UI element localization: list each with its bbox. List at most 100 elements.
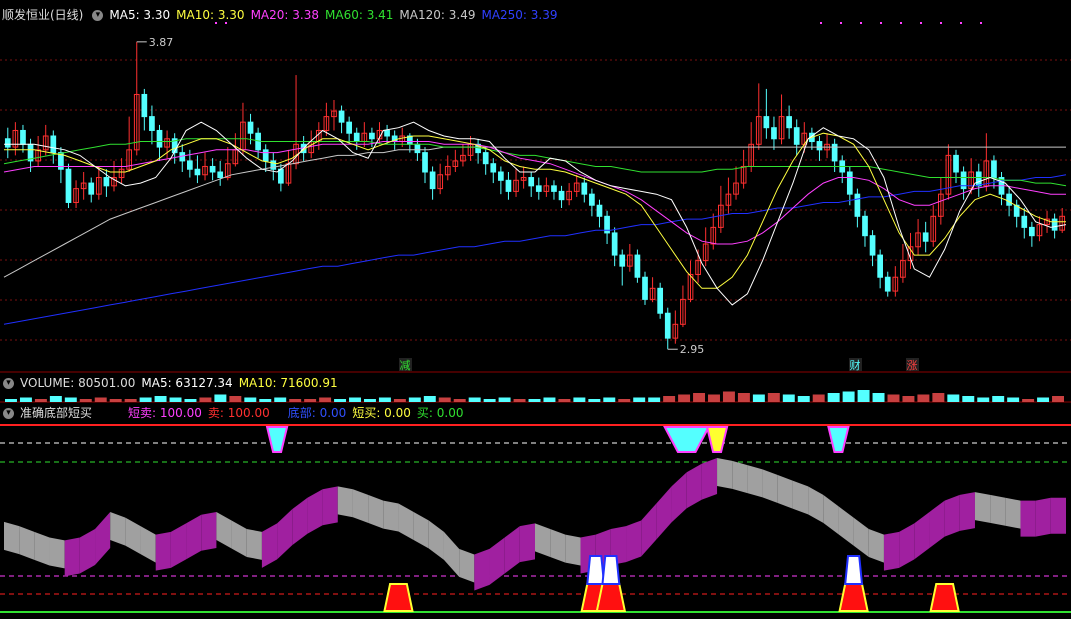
volume-bar	[229, 396, 242, 402]
indicator-band-falling	[459, 548, 475, 583]
indicator-band-rising	[626, 520, 642, 563]
volume-bar	[857, 390, 870, 402]
volume-bar	[588, 399, 601, 402]
indicator-band-falling	[974, 492, 991, 523]
volume-bar	[722, 391, 735, 402]
candle-body	[922, 232, 929, 242]
volume-ma5-label: MA5: 63127.34	[141, 376, 233, 390]
indicator-dropdown-icon[interactable]: ▾	[3, 408, 14, 419]
volume-bar	[782, 394, 795, 402]
indicator-band-falling	[19, 526, 35, 560]
candle-body	[596, 204, 603, 217]
volume-bar	[812, 394, 825, 402]
candle-body	[20, 129, 26, 145]
volume-bar	[1037, 397, 1050, 402]
volume-bar	[708, 394, 720, 402]
volume-bar	[378, 397, 391, 402]
indicator-band-falling	[352, 489, 369, 523]
candle-body	[422, 152, 428, 173]
bottom-signal	[586, 555, 606, 585]
candle-body	[611, 232, 618, 256]
candle-body	[490, 163, 497, 173]
volume-bar	[528, 399, 541, 402]
ma60-label: MA60: 3.41	[325, 8, 394, 22]
indicator-title: 准确底部短买	[20, 406, 93, 420]
candle-body	[247, 121, 254, 134]
volume-bar	[558, 399, 571, 402]
candle-body	[786, 116, 792, 129]
volume-bar	[408, 397, 421, 402]
candle-body	[1006, 193, 1012, 206]
volume-bar	[334, 399, 347, 402]
volume-bar	[259, 399, 272, 402]
volume-bar	[363, 399, 376, 402]
volume-bar	[693, 393, 706, 402]
indicator-band-rising	[155, 531, 171, 571]
candle-body	[581, 182, 588, 195]
candle-body	[1021, 215, 1028, 228]
indicator-band-falling	[717, 458, 733, 489]
candle-body	[88, 182, 95, 195]
volume-bar	[423, 396, 436, 402]
candle-body	[535, 185, 542, 192]
indicator-band-falling	[868, 529, 884, 563]
candle-body	[262, 149, 269, 162]
volume-bar	[932, 393, 945, 402]
volume-bar	[947, 394, 960, 402]
volume-bar	[498, 397, 511, 402]
price-legend: 顺发恒业(日线) ▾ MA5: 3.30 MA10: 3.30 MA20: 3.38 MA…	[0, 6, 564, 24]
candle-body	[4, 138, 11, 148]
indicator-band-rising	[1035, 497, 1051, 537]
stock-title: 顺发恒业(日线)	[2, 8, 84, 22]
top-dot	[840, 22, 842, 24]
candle-body	[209, 165, 216, 173]
candle-body	[270, 160, 277, 170]
candle-body	[65, 168, 72, 203]
candle-body	[862, 215, 868, 237]
indicator-band-falling	[535, 523, 551, 557]
volume-bar	[5, 399, 17, 402]
volume-bar	[438, 397, 451, 402]
top-dot	[880, 22, 882, 24]
candle-body	[991, 160, 997, 179]
candle-body	[149, 116, 155, 131]
indicator-band-falling	[792, 480, 809, 515]
indicator-band-rising	[201, 511, 217, 551]
volume-bar	[887, 394, 900, 402]
candle-body	[642, 276, 648, 300]
candle-body	[1029, 226, 1035, 237]
volume-bar	[737, 393, 750, 402]
volume-bar	[752, 394, 765, 402]
ma5-label: MA5: 3.30	[109, 8, 171, 22]
candle-body	[589, 193, 595, 206]
sell-label: 卖: 100.00	[207, 406, 270, 420]
top-dot	[920, 22, 922, 24]
ma20-label: MA20: 3.38	[250, 8, 319, 22]
indicator-band-rising	[64, 537, 80, 577]
volume-bar	[34, 399, 47, 402]
candle-body	[194, 168, 201, 176]
volume-dropdown-icon[interactable]: ▾	[3, 378, 14, 389]
volume-legend: ▾ VOLUME: 80501.00 MA5: 63127.34 MA10: 7160…	[0, 374, 344, 392]
indicator-band-rising	[701, 458, 718, 500]
candle-body	[353, 132, 360, 143]
candle-body	[619, 254, 626, 267]
bottom-signal	[844, 555, 864, 585]
volume-bar	[618, 399, 631, 402]
volume-bar	[872, 393, 885, 402]
volume-bar	[94, 397, 107, 402]
volume-bar	[902, 396, 915, 402]
ma250-label: MA250: 3.39	[481, 8, 558, 22]
volume-bar	[109, 399, 122, 402]
volume-bar	[319, 397, 332, 402]
indicator-band-rising	[519, 523, 535, 563]
dropdown-icon[interactable]: ▾	[92, 10, 104, 21]
volume-bar	[633, 397, 646, 402]
volume-bar	[79, 399, 92, 402]
candle-body	[414, 143, 421, 154]
candle-body	[103, 177, 110, 187]
candle-body	[657, 287, 664, 314]
candle-body	[551, 185, 557, 192]
indicator-band-falling	[1005, 497, 1021, 529]
top-dot	[960, 22, 962, 24]
